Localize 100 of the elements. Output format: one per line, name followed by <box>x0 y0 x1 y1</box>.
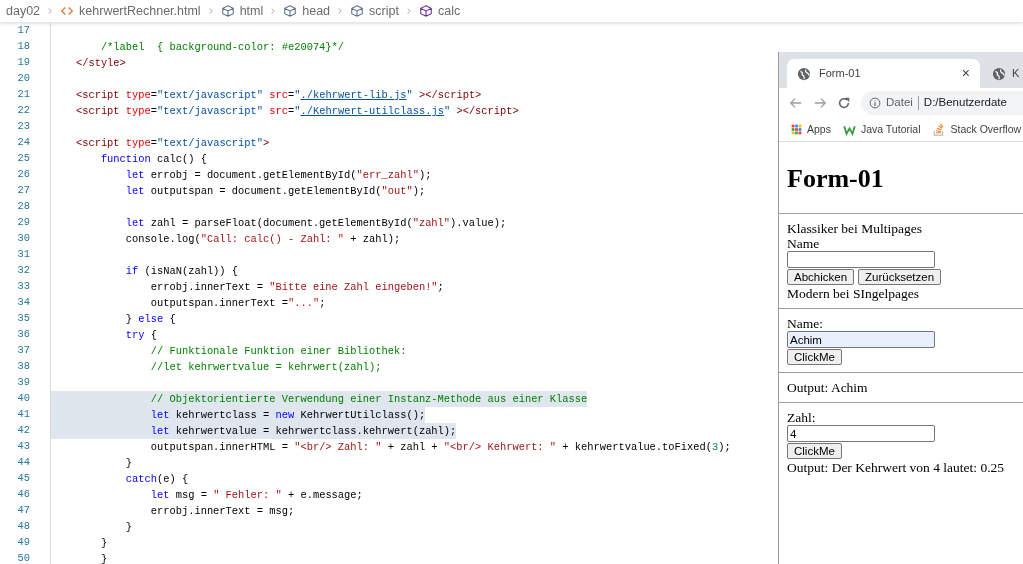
code-line: if (isNaN(zahl)) { <box>124 264 239 279</box>
code-line: try { <box>124 328 157 343</box>
line-number: 33 <box>16 279 30 295</box>
page-heading: Form-01 <box>787 164 885 194</box>
line-number: 47 <box>16 503 30 519</box>
page-text: Klassiker bei Multipages <box>787 221 922 236</box>
address-scheme: Datei <box>886 95 913 111</box>
line-number: 37 <box>16 343 30 359</box>
line-number: 34 <box>16 295 30 311</box>
page-text: Output: Der Kehrwert von 4 lautet: 0.25 <box>787 460 1005 475</box>
line-number: 26 <box>16 167 30 183</box>
globe-icon <box>992 66 1006 81</box>
code-line: errobj.innerText = "Bitte eine Zahl eingeben!"; <box>149 280 444 295</box>
line-number: 32 <box>16 263 30 279</box>
line-number: 31 <box>16 247 30 263</box>
code-line: let kehrwertclass = new KehrwertUtilclass(); <box>149 408 426 423</box>
bookmark-link[interactable]: Stack Overflow <box>950 121 1022 138</box>
page-button[interactable]: ClickMe <box>787 443 842 459</box>
line-number: 44 <box>16 455 30 471</box>
breadcrumb-item[interactable]: calc <box>437 1 461 21</box>
line-number: 21 <box>16 87 30 103</box>
breadcrumb-item[interactable]: script <box>369 1 399 21</box>
line-number: 49 <box>16 535 30 551</box>
text-field[interactable]: Achim <box>787 331 935 348</box>
line-number: 27 <box>16 183 30 199</box>
line-number: 50 <box>16 551 30 564</box>
line-number: 35 <box>16 311 30 327</box>
code-line: } <box>99 536 108 551</box>
bookmark-link[interactable]: Java Tutorial <box>860 121 921 138</box>
cube-icon <box>418 4 433 18</box>
line-number: 20 <box>16 71 30 87</box>
reload-icon <box>837 96 851 110</box>
code-line: <script type="text/javascript"> <box>74 136 270 151</box>
page-text: Modern bei SIngelpages <box>787 286 919 301</box>
line-number: 41 <box>16 407 30 423</box>
code-line: let kehrwertvalue = kehrwertclass.kehrwert(zahl); <box>149 424 457 439</box>
code-line: let msg = " Fehler: " + e.message; <box>149 488 363 503</box>
code-line: outputspan.innerText ="..."; <box>149 296 326 311</box>
code-line: outputspan.innerHTML = "<br/> Zahl: " + zahl + "<br/> Kehrwert: " + kehrwertvalue.toFixed(3); <box>149 440 731 455</box>
address-url[interactable]: D:/Benutzerdate <box>923 94 1007 112</box>
page-button[interactable]: Zurücksetzen <box>858 269 942 285</box>
line-number: 24 <box>16 135 30 151</box>
line-number: 48 <box>16 519 30 535</box>
close-button[interactable]: × <box>961 63 970 84</box>
code-line: /*label { background-color: #e20074}*/ <box>99 40 345 55</box>
stack-icon <box>932 123 946 136</box>
line-number: 46 <box>16 487 30 503</box>
line-number: 36 <box>16 327 30 343</box>
code-line: let outputspan = document.getElementById("out"); <box>124 184 426 199</box>
code-line: catch(e) { <box>124 472 189 487</box>
line-number: 39 <box>16 375 30 391</box>
text-field[interactable] <box>787 251 935 268</box>
code-line: let zahl = parseFloat(document.getElementById("zahl").value); <box>124 216 507 231</box>
line-number: 25 <box>16 151 30 167</box>
line-number: 40 <box>16 391 30 407</box>
bookmark-icon <box>842 123 856 136</box>
page-button[interactable]: Abchicken <box>787 269 855 285</box>
line-number: 45 <box>16 471 30 487</box>
bookmark-link[interactable]: Apps <box>807 121 831 138</box>
browser-tab[interactable]: Form-01 × <box>787 59 980 88</box>
line-number: 23 <box>16 119 30 135</box>
line-number: 29 <box>16 215 30 231</box>
line-number: 17 <box>16 23 30 39</box>
code-line: // Objektorientierte Verwendung einer Instanz-Methode aus einer Klasse <box>149 392 588 407</box>
code-line: let errobj = document.getElementById("err_zahl"); <box>124 168 432 183</box>
apps-grid-icon <box>791 124 802 135</box>
line-number: 42 <box>16 423 30 439</box>
breadcrumb-item[interactable]: html <box>239 1 264 21</box>
breadcrumb-item[interactable]: day02 <box>6 1 41 21</box>
line-number: 19 <box>16 55 30 71</box>
code-line: function calc() { <box>99 152 207 167</box>
forward-icon <box>813 96 827 110</box>
line-number: 38 <box>16 359 30 375</box>
code-line: </style> <box>74 56 126 71</box>
code-line: // Funktionale Funktion einer Bibliothek: <box>149 344 407 359</box>
breadcrumb-item[interactable]: kehrwertRechner.html <box>79 1 201 21</box>
page-text: Name: <box>787 316 823 331</box>
code-line: <script type="text/javascript" src="./kehrwert-lib.js" ></script> <box>74 88 482 103</box>
code-line: <script type="text/javascript" src="./Kehrwert-utilclass.js" ></script> <box>74 104 519 119</box>
code-line: errobj.innerText = msg; <box>149 504 295 519</box>
line-number: 18 <box>16 39 30 55</box>
cube-icon <box>220 4 235 18</box>
code-file-icon <box>60 4 75 18</box>
code-line: } <box>124 520 133 535</box>
page-text: Output: Achim <box>787 380 868 395</box>
info-icon <box>869 97 881 109</box>
page-button[interactable]: ClickMe <box>787 349 842 365</box>
line-number: 22 <box>16 103 30 119</box>
code-line: //let kehrwertvalue = kehrwert(zahl); <box>149 360 382 375</box>
line-number: 28 <box>16 199 30 215</box>
code-line: } else { <box>124 312 176 327</box>
line-number: 30 <box>16 231 30 247</box>
code-line: console.log("Call: calc() - Zahl: " + zahl); <box>124 232 401 247</box>
text-field[interactable]: 4 <box>787 425 935 442</box>
code-line: } <box>99 552 108 564</box>
breadcrumb-item[interactable]: head <box>302 1 331 21</box>
browser-tab[interactable]: K <box>980 59 1020 88</box>
page-text: Name <box>787 236 820 251</box>
page-text: Zahl: <box>787 410 816 425</box>
code-line: } <box>124 456 133 471</box>
